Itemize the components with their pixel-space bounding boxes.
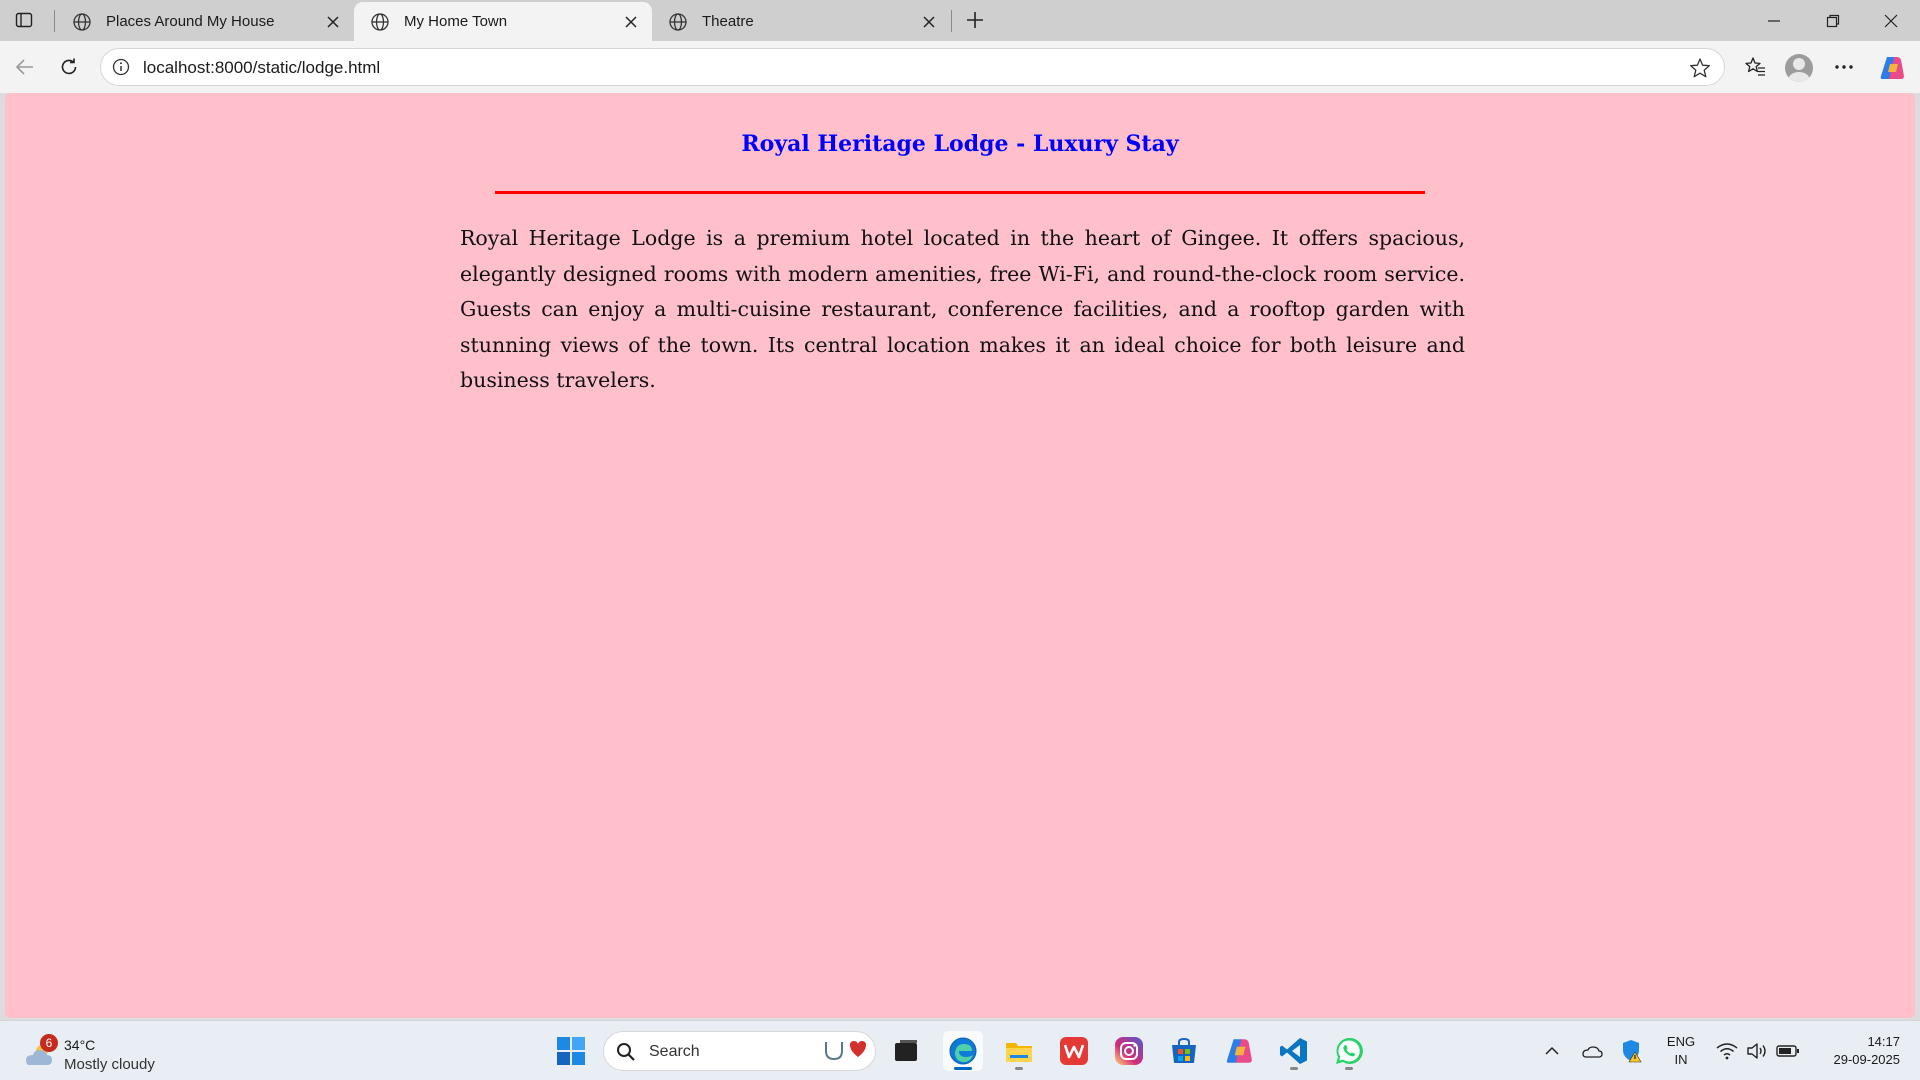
tab-theatre[interactable]: Theatre: [652, 2, 950, 41]
task-view-button[interactable]: [886, 1031, 926, 1071]
close-tab-icon[interactable]: [918, 11, 940, 33]
more-options-button[interactable]: [1827, 50, 1861, 84]
speaker-icon: [1747, 1043, 1766, 1059]
search-icon: [617, 1043, 635, 1061]
region-code: IN: [1674, 1052, 1688, 1067]
tab-places-around-my-house[interactable]: Places Around My House: [56, 2, 354, 41]
running-indicator: [1345, 1067, 1353, 1070]
favorites-icon: [1745, 57, 1765, 76]
weather-alert-badge: 6: [40, 1034, 58, 1052]
wifi-icon: [1716, 1043, 1738, 1060]
instagram-icon: [1115, 1037, 1143, 1065]
taskbar-copilot[interactable]: [1219, 1031, 1259, 1071]
onedrive-tray[interactable]: [1578, 1035, 1606, 1067]
close-tab-icon[interactable]: [322, 11, 344, 33]
plus-icon: [967, 12, 983, 28]
search-label: Search: [649, 1043, 700, 1060]
wifi-tray[interactable]: [1714, 1035, 1740, 1067]
input-language[interactable]: ENG IN: [1662, 1033, 1700, 1069]
page-title: Royal Heritage Lodge - Luxury Stay: [741, 131, 1179, 157]
favorite-star-icon[interactable]: [1688, 56, 1712, 80]
tab-separator: [951, 10, 952, 32]
globe-icon: [72, 12, 92, 32]
clock-date: 29-09-2025: [1833, 1052, 1901, 1067]
start-button[interactable]: [551, 1031, 591, 1071]
arrow-left-icon: [15, 59, 33, 75]
clock-time: 14:17: [1867, 1034, 1900, 1049]
taskbar-search[interactable]: Search: [603, 1031, 876, 1071]
tab-actions-button[interactable]: [8, 6, 40, 34]
tab-title: Theatre: [702, 13, 754, 30]
tab-my-home-town[interactable]: My Home Town: [354, 2, 652, 41]
chevron-up-icon: [1545, 1046, 1559, 1055]
tab-separator: [54, 10, 55, 32]
new-tab-button[interactable]: [960, 5, 990, 35]
taskbar-instagram[interactable]: [1109, 1031, 1149, 1071]
wps-office-icon: [1060, 1037, 1088, 1065]
system-clock[interactable]: 14:17 29-09-2025: [1810, 1033, 1901, 1069]
refresh-button[interactable]: [52, 50, 86, 84]
minimize-button[interactable]: [1745, 0, 1802, 41]
favorites-button[interactable]: [1738, 50, 1772, 84]
show-hidden-icons-button[interactable]: [1540, 1035, 1564, 1067]
microsoft-store-icon: [1172, 1037, 1196, 1063]
address-bar[interactable]: localhost:8000/static/lodge.html: [100, 48, 1725, 86]
copilot-icon: [1226, 1039, 1252, 1063]
more-horizontal-icon: [1835, 65, 1853, 69]
back-button[interactable]: [8, 50, 42, 84]
whatsapp-icon: [1336, 1037, 1363, 1064]
taskbar-edge[interactable]: [943, 1031, 983, 1071]
tab-title: Places Around My House: [106, 13, 275, 30]
taskbar-whatsapp[interactable]: [1329, 1031, 1369, 1071]
running-indicator: [1290, 1067, 1298, 1070]
minimize-icon: [1767, 19, 1780, 22]
security-tray[interactable]: [1618, 1035, 1646, 1067]
tab-strip: Places Around My House My Home Town Thea…: [0, 0, 1920, 41]
tab-actions-icon: [15, 12, 33, 28]
close-tab-icon[interactable]: [620, 11, 642, 33]
weather-widget[interactable]: 6 34°C Mostly cloudy: [18, 1029, 218, 1073]
lang-code: ENG: [1666, 1034, 1696, 1049]
lodge-description: Royal Heritage Lodge is a premium hotel …: [460, 226, 1465, 392]
copilot-icon: [1880, 57, 1904, 79]
battery-tray[interactable]: [1774, 1035, 1802, 1067]
volume-tray[interactable]: [1744, 1035, 1770, 1067]
restore-button[interactable]: [1804, 0, 1861, 41]
horizontal-rule: [495, 191, 1425, 194]
running-indicator: [1015, 1067, 1023, 1070]
weather-temperature: 34°C: [64, 1037, 96, 1053]
page-viewport: Royal Heritage Lodge - Luxury Stay Royal…: [5, 93, 1915, 1018]
windows-start-icon: [557, 1037, 585, 1065]
url-text[interactable]: localhost:8000/static/lodge.html: [143, 58, 380, 78]
globe-icon: [668, 12, 688, 32]
battery-icon: [1776, 1045, 1799, 1057]
taskbar-file-explorer[interactable]: [999, 1031, 1039, 1071]
close-window-button[interactable]: [1862, 0, 1919, 41]
taskbar-wps-office[interactable]: [1054, 1031, 1094, 1071]
stethoscope-heart-icon: [825, 1041, 866, 1061]
taskbar: 6 34°C Mostly cloudy Search ENG IN 14:17…: [0, 1020, 1920, 1080]
taskbar-microsoft-store[interactable]: [1164, 1031, 1204, 1071]
tab-title: My Home Town: [404, 13, 508, 30]
copilot-button[interactable]: [1878, 54, 1906, 82]
taskbar-vscode[interactable]: [1274, 1031, 1314, 1071]
task-view-icon: [895, 1040, 917, 1061]
weather-condition: Mostly cloudy: [64, 1056, 155, 1073]
profile-avatar[interactable]: [1785, 54, 1813, 82]
running-indicator: [954, 1067, 972, 1070]
browser-toolbar: localhost:8000/static/lodge.html: [0, 41, 1920, 93]
restore-icon: [1826, 14, 1839, 27]
onedrive-cloud-icon: [1582, 1046, 1603, 1058]
shield-warning-icon: [1623, 1040, 1642, 1063]
globe-icon: [370, 12, 390, 32]
refresh-icon: [61, 58, 77, 75]
file-explorer-icon: [1006, 1043, 1032, 1062]
vscode-icon: [1280, 1038, 1307, 1064]
edge-icon: [949, 1037, 977, 1065]
close-icon: [1884, 14, 1897, 27]
site-info-icon[interactable]: [111, 57, 131, 77]
